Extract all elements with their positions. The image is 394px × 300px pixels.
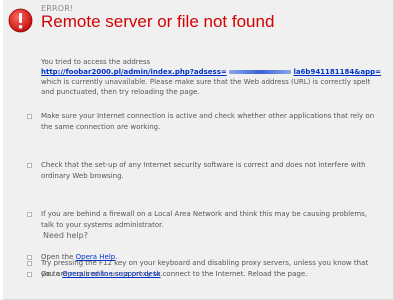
square-bullet-icon bbox=[27, 114, 32, 119]
suggestions-list: Make sure your Internet connection is ac… bbox=[27, 111, 382, 278]
address-url[interactable]: http://foobar2000.pl/admin/index.php?ads… bbox=[41, 67, 381, 77]
suggestion-text: If you are behind a firewall on a Local … bbox=[41, 210, 368, 229]
suggestion-text: Make sure your Internet connection is ac… bbox=[41, 112, 375, 131]
error-exclamation-icon bbox=[8, 8, 33, 33]
opera-help-link[interactable]: Opera Help bbox=[76, 253, 116, 261]
list-item: If you are behind a firewall on a Local … bbox=[27, 209, 382, 230]
help-open-prefix: Open the bbox=[41, 253, 76, 261]
url-prefix[interactable]: http://foobar2000.pl/admin/index.php?ads… bbox=[41, 67, 227, 77]
suggestion-text: Check that the set-up of any Internet se… bbox=[41, 161, 366, 180]
list-item: Open the Opera Help. bbox=[27, 252, 118, 262]
intro-explanation: which is currently unavailable. Please m… bbox=[41, 78, 371, 96]
help-goto-suffix: . bbox=[160, 270, 163, 278]
list-item: Make sure your Internet connection is ac… bbox=[27, 111, 382, 132]
error-page: ERROR! Remote server or file not found Y… bbox=[3, 0, 394, 300]
intro-text: You tried to access the address http://f… bbox=[41, 57, 381, 97]
help-heading: Need help? bbox=[43, 231, 88, 240]
support-desk-link[interactable]: Opera's online support desk bbox=[62, 270, 160, 278]
square-bullet-icon bbox=[27, 212, 32, 217]
list-item: Check that the set-up of any Internet se… bbox=[27, 160, 382, 181]
list-item: Go to Opera's online support desk. bbox=[27, 269, 163, 279]
square-bullet-icon bbox=[27, 255, 32, 260]
page-title: Remote server or file not found bbox=[41, 12, 275, 31]
help-open-suffix: . bbox=[115, 253, 118, 261]
intro-line: You tried to access the address bbox=[41, 58, 151, 66]
redacted-url-segment bbox=[228, 70, 292, 74]
square-bullet-icon bbox=[27, 272, 32, 277]
help-goto-prefix: Go to bbox=[41, 270, 63, 278]
url-suffix[interactable]: la6b941181184&app= bbox=[293, 67, 381, 77]
square-bullet-icon bbox=[27, 163, 32, 168]
